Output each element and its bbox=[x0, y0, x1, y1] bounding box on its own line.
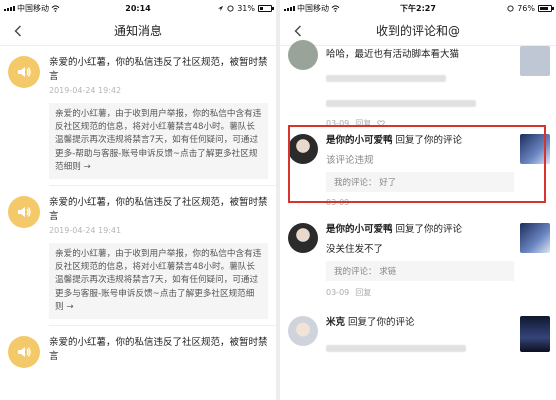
notice-avatar bbox=[8, 196, 40, 229]
carrier-label: 中国移动 bbox=[297, 3, 329, 13]
signal-icon bbox=[284, 5, 295, 11]
notice-time: 2019-04-24 19:41 bbox=[49, 226, 122, 236]
chevron-left-icon bbox=[14, 25, 21, 37]
battery-percent: 31% bbox=[237, 3, 255, 13]
my-comment: 我的评论： 求链 bbox=[326, 261, 514, 281]
comment-action: 回复了你的评论 bbox=[348, 317, 415, 328]
notice-item[interactable]: 亲爱的小红薯，你的私信违反了社区规范，被暂时禁言 2019-04-24 19:4… bbox=[0, 186, 276, 325]
battery-fill bbox=[540, 6, 548, 10]
battery-fill bbox=[260, 6, 263, 10]
comment-action: 回复了你的评论 bbox=[395, 224, 463, 235]
battery-icon bbox=[258, 4, 274, 12]
alarm-icon bbox=[227, 4, 234, 12]
speaker-icon bbox=[18, 207, 31, 218]
blurred-content bbox=[326, 68, 514, 87]
comment-text: 哈哈，最近也有活动脚本看大猫 bbox=[326, 49, 460, 60]
notice-avatar bbox=[8, 56, 40, 88]
speaker-icon bbox=[18, 67, 31, 77]
notice-detail[interactable]: 亲爱的小红薯，由于收到用户举报，你的私信中含有违反社区规范的信息，将对小红薯禁言… bbox=[49, 103, 268, 180]
my-comment: 我的评论： 好了 bbox=[326, 172, 514, 192]
back-button[interactable] bbox=[288, 21, 308, 41]
comment-item[interactable]: 哈哈，最近也有活动脚本看大猫 03-09 回复 bbox=[280, 40, 556, 128]
chevron-left-icon bbox=[294, 25, 301, 37]
notice-item[interactable]: 亲爱的小红薯，你的私信违反了社区规范，被暂时禁言 2019-04-24 19:4… bbox=[0, 46, 276, 185]
nav-bar: 收到的评论和@ bbox=[280, 16, 556, 46]
comment-date: 03-09 bbox=[326, 198, 350, 207]
notice-avatar bbox=[8, 336, 40, 369]
post-thumbnail[interactable] bbox=[520, 46, 550, 76]
page-title: 收到的评论和@ bbox=[375, 24, 460, 38]
user-name[interactable]: 是你的小可爱鸭 bbox=[326, 135, 393, 146]
carrier-label: 中国移动 bbox=[17, 3, 49, 13]
right-screen: 中国移动 下午2:27 76% 收到的评论和@ 哈哈，最近也有活动脚本看大猫 0… bbox=[280, 0, 556, 400]
battery-icon bbox=[538, 4, 554, 12]
avatar bbox=[288, 40, 318, 70]
avatar bbox=[288, 223, 318, 253]
battery-percent: 76% bbox=[517, 3, 535, 13]
comment-date: 03-09 bbox=[326, 288, 350, 297]
avatar bbox=[288, 316, 318, 346]
status-bar: 中国移动 20:14 31% bbox=[0, 0, 276, 16]
notice-detail[interactable]: 亲爱的小红薯，由于收到用户举报，你的私信中含有违反社区规范的信息，将对小红薯禁言… bbox=[49, 243, 268, 320]
back-button[interactable] bbox=[8, 21, 28, 41]
comment-item[interactable]: 是你的小可爱鸭 回复了你的评论 该评论违规 我的评论： 好了 03-09 bbox=[280, 124, 556, 213]
comment-action: 回复了你的评论 bbox=[395, 135, 463, 146]
notice-title: 亲爱的小红薯，你的私信违反了社区规范，被暂时禁言 bbox=[49, 197, 268, 223]
signal-icon bbox=[4, 5, 15, 11]
page-title: 通知消息 bbox=[113, 24, 162, 38]
nav-bar: 通知消息 bbox=[0, 16, 276, 46]
comment-item[interactable]: 是你的小可爱鸭 回复了你的评论 没关住发不了 我的评论： 求链 03-09 回复 bbox=[280, 213, 556, 304]
wifi-icon bbox=[331, 4, 340, 12]
post-thumbnail[interactable] bbox=[520, 134, 550, 164]
status-bar: 中国移动 下午2:27 76% bbox=[280, 0, 556, 16]
post-thumbnail[interactable] bbox=[520, 316, 550, 352]
post-thumbnail[interactable] bbox=[520, 223, 550, 253]
reply-button[interactable]: 回复 bbox=[355, 287, 371, 298]
wifi-icon bbox=[51, 4, 60, 12]
left-screen: 中国移动 20:14 31% 通知消息 亲爱的小红薯，你的私信违反了社区规范，被… bbox=[0, 0, 276, 400]
alarm-icon bbox=[507, 4, 514, 12]
notice-title: 亲爱的小红薯，你的私信违反了社区规范，被暂时禁言 bbox=[49, 57, 268, 82]
user-name[interactable]: 是你的小可爱鸭 bbox=[326, 224, 393, 235]
speaker-icon bbox=[18, 347, 31, 358]
notice-time: 2019-04-24 19:42 bbox=[49, 86, 122, 95]
user-name[interactable]: 米克 bbox=[326, 317, 345, 328]
comment-text: 没关住发不了 bbox=[326, 244, 384, 255]
avatar bbox=[288, 134, 318, 164]
blurred-content bbox=[326, 338, 514, 357]
notice-title: 亲爱的小红薯，你的私信违反了社区规范，被暂时禁言 bbox=[49, 337, 268, 363]
notice-item[interactable]: 亲爱的小红薯，你的私信违反了社区规范，被暂时禁言 bbox=[0, 326, 276, 374]
blurred-content bbox=[326, 93, 514, 112]
location-icon bbox=[218, 5, 224, 11]
comment-item[interactable]: 米克 回复了你的评论 bbox=[280, 304, 556, 363]
comment-text: 该评论违规 bbox=[326, 155, 374, 166]
